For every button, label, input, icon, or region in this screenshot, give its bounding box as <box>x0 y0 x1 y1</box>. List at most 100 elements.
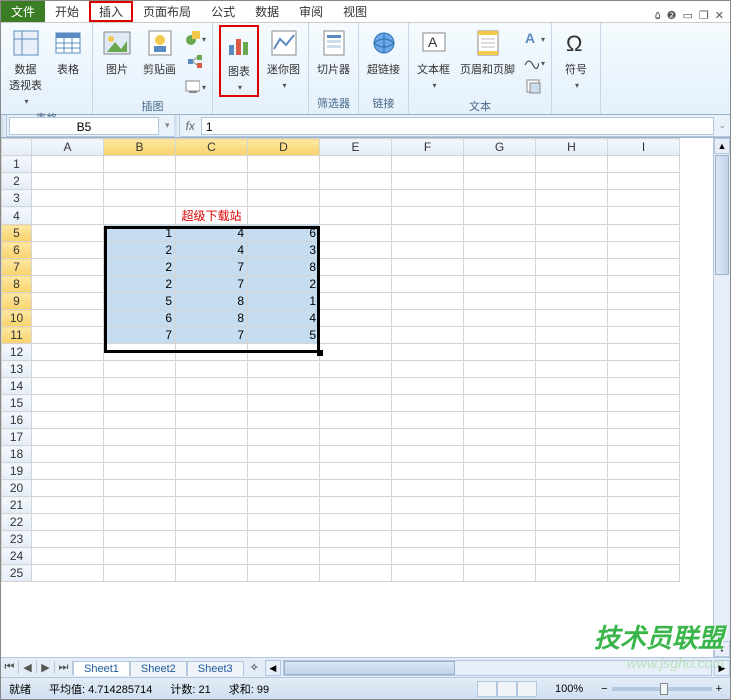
cell-E11[interactable] <box>320 327 392 344</box>
cell-G9[interactable] <box>464 293 536 310</box>
scroll-down-arrow[interactable]: ▼ <box>714 641 730 657</box>
cell-F4[interactable] <box>392 207 464 225</box>
cell-B10[interactable]: 6 <box>104 310 176 327</box>
cell-I18[interactable] <box>608 446 680 463</box>
sparkline-button[interactable]: 迷你图 <box>265 25 302 93</box>
chart-button[interactable]: 图表 <box>219 25 259 97</box>
cell-G17[interactable] <box>464 429 536 446</box>
zoom-thumb[interactable] <box>660 683 668 695</box>
zoom-slider[interactable] <box>612 687 712 691</box>
cell-B16[interactable] <box>104 412 176 429</box>
cell-G4[interactable] <box>464 207 536 225</box>
cell-I21[interactable] <box>608 497 680 514</box>
cell-I17[interactable] <box>608 429 680 446</box>
cell-H22[interactable] <box>536 514 608 531</box>
row-header-25[interactable]: 25 <box>2 565 32 582</box>
sheet-nav-first[interactable]: ⏮ <box>1 661 19 674</box>
cell-H1[interactable] <box>536 156 608 173</box>
cell-B4[interactable] <box>104 207 176 225</box>
cell-E6[interactable] <box>320 242 392 259</box>
cell-B9[interactable]: 5 <box>104 293 176 310</box>
cell-F20[interactable] <box>392 480 464 497</box>
cell-F15[interactable] <box>392 395 464 412</box>
cell-C6[interactable]: 4 <box>176 242 248 259</box>
symbol-button[interactable]: Ω 符号 <box>558 25 594 93</box>
col-header-E[interactable]: E <box>320 139 392 156</box>
tab-data[interactable]: 数据 <box>245 1 289 22</box>
cell-B7[interactable]: 2 <box>104 259 176 276</box>
cell-A25[interactable] <box>32 565 104 582</box>
col-header-F[interactable]: F <box>392 139 464 156</box>
cell-F24[interactable] <box>392 548 464 565</box>
sheet-nav-last[interactable]: ⏭ <box>55 661 73 674</box>
cell-C16[interactable] <box>176 412 248 429</box>
cell-A23[interactable] <box>32 531 104 548</box>
minimize-ribbon-icon[interactable]: ۵ <box>655 9 661 22</box>
cell-A5[interactable] <box>32 225 104 242</box>
cell-D11[interactable]: 5 <box>248 327 320 344</box>
scroll-left-arrow[interactable]: ◀ <box>265 660 281 676</box>
cell-B1[interactable] <box>104 156 176 173</box>
tab-file[interactable]: 文件 <box>1 1 45 22</box>
cell-C22[interactable] <box>176 514 248 531</box>
cell-I4[interactable] <box>608 207 680 225</box>
cell-G15[interactable] <box>464 395 536 412</box>
name-box[interactable]: B5 <box>9 117 159 135</box>
cell-G14[interactable] <box>464 378 536 395</box>
cell-C7[interactable]: 7 <box>176 259 248 276</box>
cell-A7[interactable] <box>32 259 104 276</box>
cell-F1[interactable] <box>392 156 464 173</box>
tab-formulas[interactable]: 公式 <box>201 1 245 22</box>
cell-D24[interactable] <box>248 548 320 565</box>
cell-D1[interactable] <box>248 156 320 173</box>
col-header-G[interactable]: G <box>464 139 536 156</box>
sheet-tab-1[interactable]: Sheet1 <box>73 661 130 676</box>
cell-D8[interactable]: 2 <box>248 276 320 293</box>
hyperlink-button[interactable]: 超链接 <box>365 25 402 79</box>
cell-F14[interactable] <box>392 378 464 395</box>
cell-G13[interactable] <box>464 361 536 378</box>
cell-H25[interactable] <box>536 565 608 582</box>
cell-D4[interactable] <box>248 207 320 225</box>
cell-I6[interactable] <box>608 242 680 259</box>
cell-A22[interactable] <box>32 514 104 531</box>
cell-E24[interactable] <box>320 548 392 565</box>
cell-H9[interactable] <box>536 293 608 310</box>
cell-E21[interactable] <box>320 497 392 514</box>
window-close-icon[interactable]: ✕ <box>715 9 724 22</box>
cell-E4[interactable] <box>320 207 392 225</box>
textbox-button[interactable]: A 文本框 <box>415 25 452 93</box>
cell-C25[interactable] <box>176 565 248 582</box>
cell-G23[interactable] <box>464 531 536 548</box>
cell-H6[interactable] <box>536 242 608 259</box>
select-all-cell[interactable] <box>2 139 32 156</box>
signature-button[interactable] <box>523 51 545 73</box>
cell-D9[interactable]: 1 <box>248 293 320 310</box>
cell-H5[interactable] <box>536 225 608 242</box>
cell-B23[interactable] <box>104 531 176 548</box>
wordart-button[interactable]: A <box>523 27 545 49</box>
shapes-button[interactable] <box>184 27 206 49</box>
cell-E3[interactable] <box>320 190 392 207</box>
cell-C10[interactable]: 8 <box>176 310 248 327</box>
cell-F5[interactable] <box>392 225 464 242</box>
cell-I20[interactable] <box>608 480 680 497</box>
hscroll-thumb[interactable] <box>284 661 455 675</box>
cell-D23[interactable] <box>248 531 320 548</box>
cell-H15[interactable] <box>536 395 608 412</box>
picture-button[interactable]: 图片 <box>99 25 135 79</box>
col-header-C[interactable]: C <box>176 139 248 156</box>
cell-E20[interactable] <box>320 480 392 497</box>
cell-E9[interactable] <box>320 293 392 310</box>
cell-A9[interactable] <box>32 293 104 310</box>
cell-G7[interactable] <box>464 259 536 276</box>
cell-B6[interactable]: 2 <box>104 242 176 259</box>
cell-B17[interactable] <box>104 429 176 446</box>
row-header-5[interactable]: 5 <box>2 225 32 242</box>
cell-I9[interactable] <box>608 293 680 310</box>
fx-icon[interactable]: fx <box>180 119 201 133</box>
cell-I10[interactable] <box>608 310 680 327</box>
cell-C3[interactable] <box>176 190 248 207</box>
row-header-23[interactable]: 23 <box>2 531 32 548</box>
cell-E2[interactable] <box>320 173 392 190</box>
